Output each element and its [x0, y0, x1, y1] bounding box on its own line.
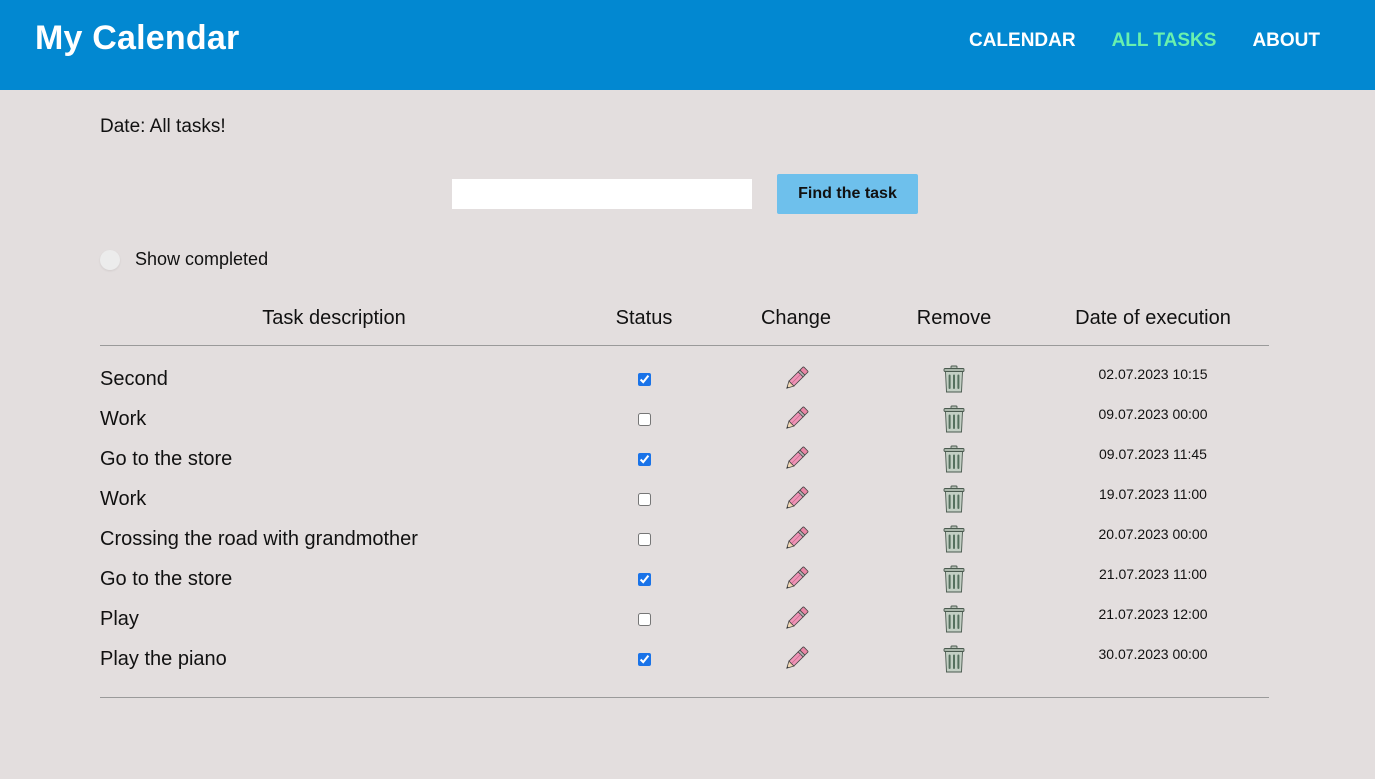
nav-about[interactable]: ABOUT: [1252, 30, 1320, 52]
pencil-icon[interactable]: [783, 446, 809, 472]
table-row: Crossing the road with grandmother 20.07…: [100, 520, 1269, 560]
task-status-checkbox[interactable]: [638, 493, 651, 506]
task-date: 30.07.2023 00:00: [1098, 646, 1208, 662]
table-row: Second 02.07.2023 10:15: [100, 360, 1269, 400]
pencil-icon[interactable]: [783, 566, 809, 592]
table-header: Task description Status Change Remove Da…: [100, 300, 1269, 346]
table-row: Play 21.07.2023 12:00: [100, 600, 1269, 640]
task-status-checkbox[interactable]: [638, 453, 651, 466]
show-completed-toggle[interactable]: Show completed: [100, 249, 268, 270]
task-date: 21.07.2023 11:00: [1099, 566, 1207, 582]
task-date: 19.07.2023 11:00: [1099, 486, 1207, 502]
task-status-checkbox[interactable]: [638, 533, 651, 546]
tasks-table: Task description Status Change Remove Da…: [100, 300, 1269, 698]
table-row: Play the piano 30.07.2023 00:00: [100, 640, 1269, 680]
task-date: 09.07.2023 00:00: [1098, 406, 1208, 422]
task-status-checkbox[interactable]: [638, 413, 651, 426]
task-status-checkbox[interactable]: [638, 653, 651, 666]
table-row: Work 19.07.2023 11:00: [100, 480, 1269, 520]
toggle-knob[interactable]: [100, 249, 120, 270]
task-description: Crossing the road with grandmother: [100, 528, 418, 550]
task-description: Go to the store: [100, 448, 233, 470]
task-date: 09.07.2023 11:45: [1099, 446, 1207, 462]
task-description: Second: [100, 368, 168, 390]
table-row: Work 09.07.2023 00:00: [100, 400, 1269, 440]
task-status-checkbox[interactable]: [638, 573, 651, 586]
header-change: Change: [760, 307, 832, 329]
header-remove: Remove: [916, 307, 992, 329]
trash-icon[interactable]: [942, 445, 966, 473]
pencil-icon[interactable]: [783, 606, 809, 632]
trash-icon[interactable]: [942, 365, 966, 393]
task-status-checkbox[interactable]: [638, 373, 651, 386]
header-description: Task description: [262, 307, 406, 329]
app-title: My Calendar: [35, 19, 240, 57]
task-description: Play the piano: [100, 648, 227, 670]
table-body: Second 02.07.2023 10:15 Work 09.07.2023 …: [100, 346, 1269, 698]
task-description: Play: [100, 608, 139, 630]
search-input[interactable]: [452, 179, 752, 209]
trash-icon[interactable]: [942, 565, 966, 593]
trash-icon[interactable]: [942, 485, 966, 513]
nav-calendar[interactable]: CALENDAR: [969, 30, 1076, 52]
table-row: Go to the store 09.07.2023 11:45: [100, 440, 1269, 480]
table-row: Go to the store 21.07.2023 11:00: [100, 560, 1269, 600]
show-completed-label: Show completed: [135, 249, 269, 269]
pencil-icon[interactable]: [783, 526, 809, 552]
trash-icon[interactable]: [942, 525, 966, 553]
trash-icon[interactable]: [942, 645, 966, 673]
date-heading: Date: All tasks!: [100, 116, 226, 137]
task-description: Work: [100, 488, 147, 510]
nav-all-tasks[interactable]: ALL TASKS: [1112, 30, 1217, 52]
pencil-icon[interactable]: [783, 646, 809, 672]
pencil-icon[interactable]: [783, 406, 809, 432]
pencil-icon[interactable]: [783, 486, 809, 512]
header-status: Status: [615, 307, 673, 329]
header-date: Date of execution: [1075, 307, 1231, 329]
task-date: 20.07.2023 00:00: [1098, 526, 1208, 542]
find-task-button[interactable]: Find the task: [777, 174, 918, 214]
task-description: Work: [100, 408, 147, 430]
task-status-checkbox[interactable]: [638, 613, 651, 626]
task-description: Go to the store: [100, 568, 233, 590]
trash-icon[interactable]: [942, 405, 966, 433]
trash-icon[interactable]: [942, 605, 966, 633]
pencil-icon[interactable]: [783, 366, 809, 392]
task-date: 21.07.2023 12:00: [1098, 606, 1208, 622]
app-header: My Calendar CALENDAR ALL TASKS ABOUT: [0, 0, 1375, 90]
task-date: 02.07.2023 10:15: [1098, 366, 1208, 382]
main-nav: CALENDAR ALL TASKS ABOUT: [969, 30, 1320, 52]
